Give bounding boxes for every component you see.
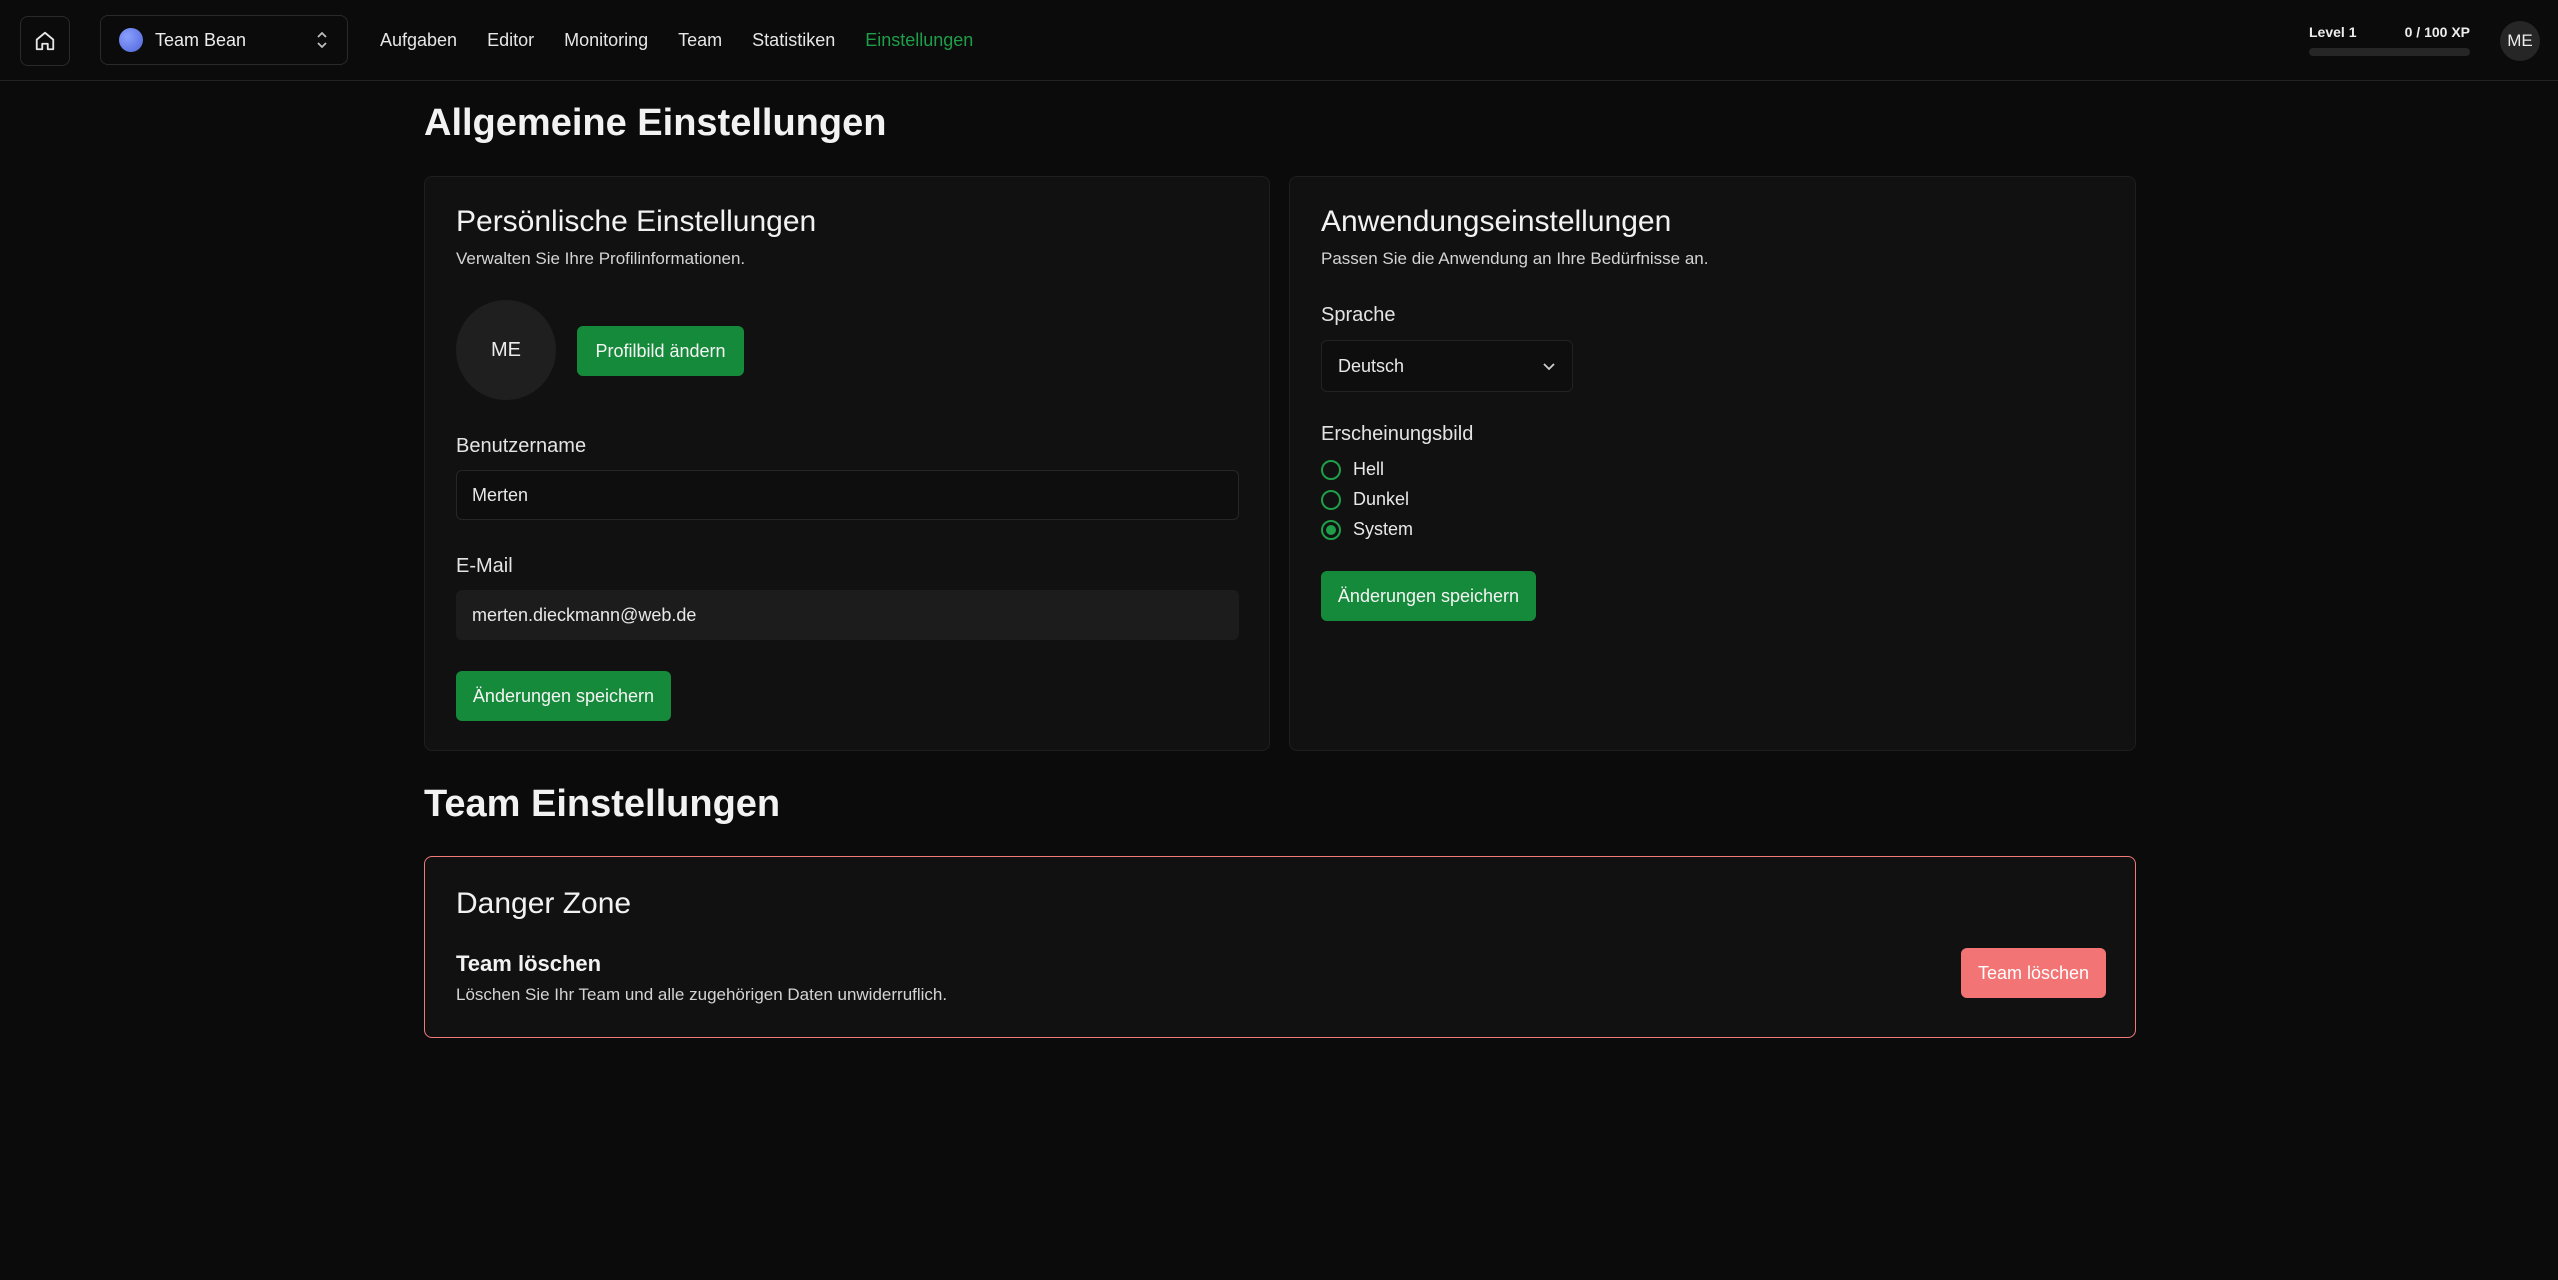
language-selected-value: Deutsch	[1338, 355, 1405, 376]
nav-team[interactable]: Team	[678, 30, 722, 51]
xp-progress-bar	[2309, 48, 2470, 56]
username-label: Benutzername	[456, 435, 587, 457]
appearance-option-dunkel[interactable]: Dunkel	[1321, 489, 1409, 510]
delete-team-title: Team löschen	[456, 951, 602, 976]
app-settings-card: Anwendungseinstellungen Passen Sie die A…	[1289, 176, 2136, 751]
xp-label: 0 / 100 XP	[2404, 24, 2470, 40]
nav-statistiken[interactable]: Statistiken	[752, 30, 835, 51]
nav-aufgaben[interactable]: Aufgaben	[380, 30, 457, 51]
app-settings-title: Anwendungseinstellungen	[1321, 205, 1672, 238]
personal-settings-card: Persönlische Einstellungen Verwalten Sie…	[424, 176, 1270, 751]
nav-monitoring[interactable]: Monitoring	[564, 30, 648, 51]
email-label: E-Mail	[456, 555, 513, 577]
profile-avatar: ME	[456, 300, 556, 400]
delete-team-button[interactable]: Team löschen	[1961, 948, 2106, 998]
radio-dunkel[interactable]	[1321, 489, 1341, 510]
level-indicator: Level 1 0 / 100 XP	[2309, 24, 2470, 56]
personal-settings-title: Persönlische Einstellungen	[456, 205, 817, 238]
team-settings-heading: Team Einstellungen	[424, 783, 781, 825]
home-button[interactable]	[20, 16, 70, 66]
general-settings-heading: Allgemeine Einstellungen	[424, 102, 887, 144]
team-switcher[interactable]: Team Bean	[100, 15, 348, 65]
danger-zone-card: Danger Zone Team löschen Löschen Sie Ihr…	[424, 856, 2136, 1038]
delete-team-description: Löschen Sie Ihr Team und alle zugehörige…	[456, 985, 948, 1004]
personal-settings-subtitle: Verwalten Sie Ihre Profilinformationen.	[456, 249, 746, 268]
radio-system[interactable]	[1321, 519, 1341, 540]
appearance-option-hell[interactable]: Hell	[1321, 459, 1384, 480]
appearance-option-system[interactable]: System	[1321, 519, 1413, 540]
change-profile-picture-button[interactable]: Profilbild ändern	[577, 326, 744, 376]
email-input[interactable]: merten.dieckmann@web.de	[456, 590, 1239, 640]
appearance-label: Erscheinungsbild	[1321, 423, 1474, 445]
save-personal-button[interactable]: Änderungen speichern	[456, 671, 671, 721]
team-avatar-dot	[119, 28, 143, 52]
radio-selected-dot	[1326, 524, 1336, 535]
main-nav: Aufgaben Editor Monitoring Team Statisti…	[380, 0, 1003, 81]
username-input[interactable]: Merten	[456, 470, 1239, 520]
radio-label-hell: Hell	[1353, 459, 1385, 479]
level-label: Level 1	[2309, 24, 2357, 40]
chevron-down-icon	[1543, 363, 1555, 371]
nav-einstellungen[interactable]: Einstellungen	[865, 30, 973, 51]
radio-hell[interactable]	[1321, 459, 1341, 480]
save-app-button[interactable]: Änderungen speichern	[1321, 571, 1536, 621]
user-avatar[interactable]: ME	[2500, 21, 2540, 61]
danger-zone-title: Danger Zone	[456, 887, 632, 920]
radio-label-system: System	[1353, 519, 1414, 539]
radio-label-dunkel: Dunkel	[1353, 489, 1410, 509]
language-select[interactable]: Deutsch	[1321, 340, 1573, 392]
team-name: Team Bean	[155, 29, 247, 50]
top-navigation-bar: Team Bean Aufgaben Editor Monitoring Tea…	[0, 0, 2558, 81]
home-icon	[35, 31, 55, 51]
nav-editor[interactable]: Editor	[487, 30, 534, 51]
app-settings-subtitle: Passen Sie die Anwendung an Ihre Bedürfn…	[1321, 249, 1709, 268]
language-label: Sprache	[1321, 304, 1396, 326]
chevron-up-down-icon	[317, 31, 327, 49]
